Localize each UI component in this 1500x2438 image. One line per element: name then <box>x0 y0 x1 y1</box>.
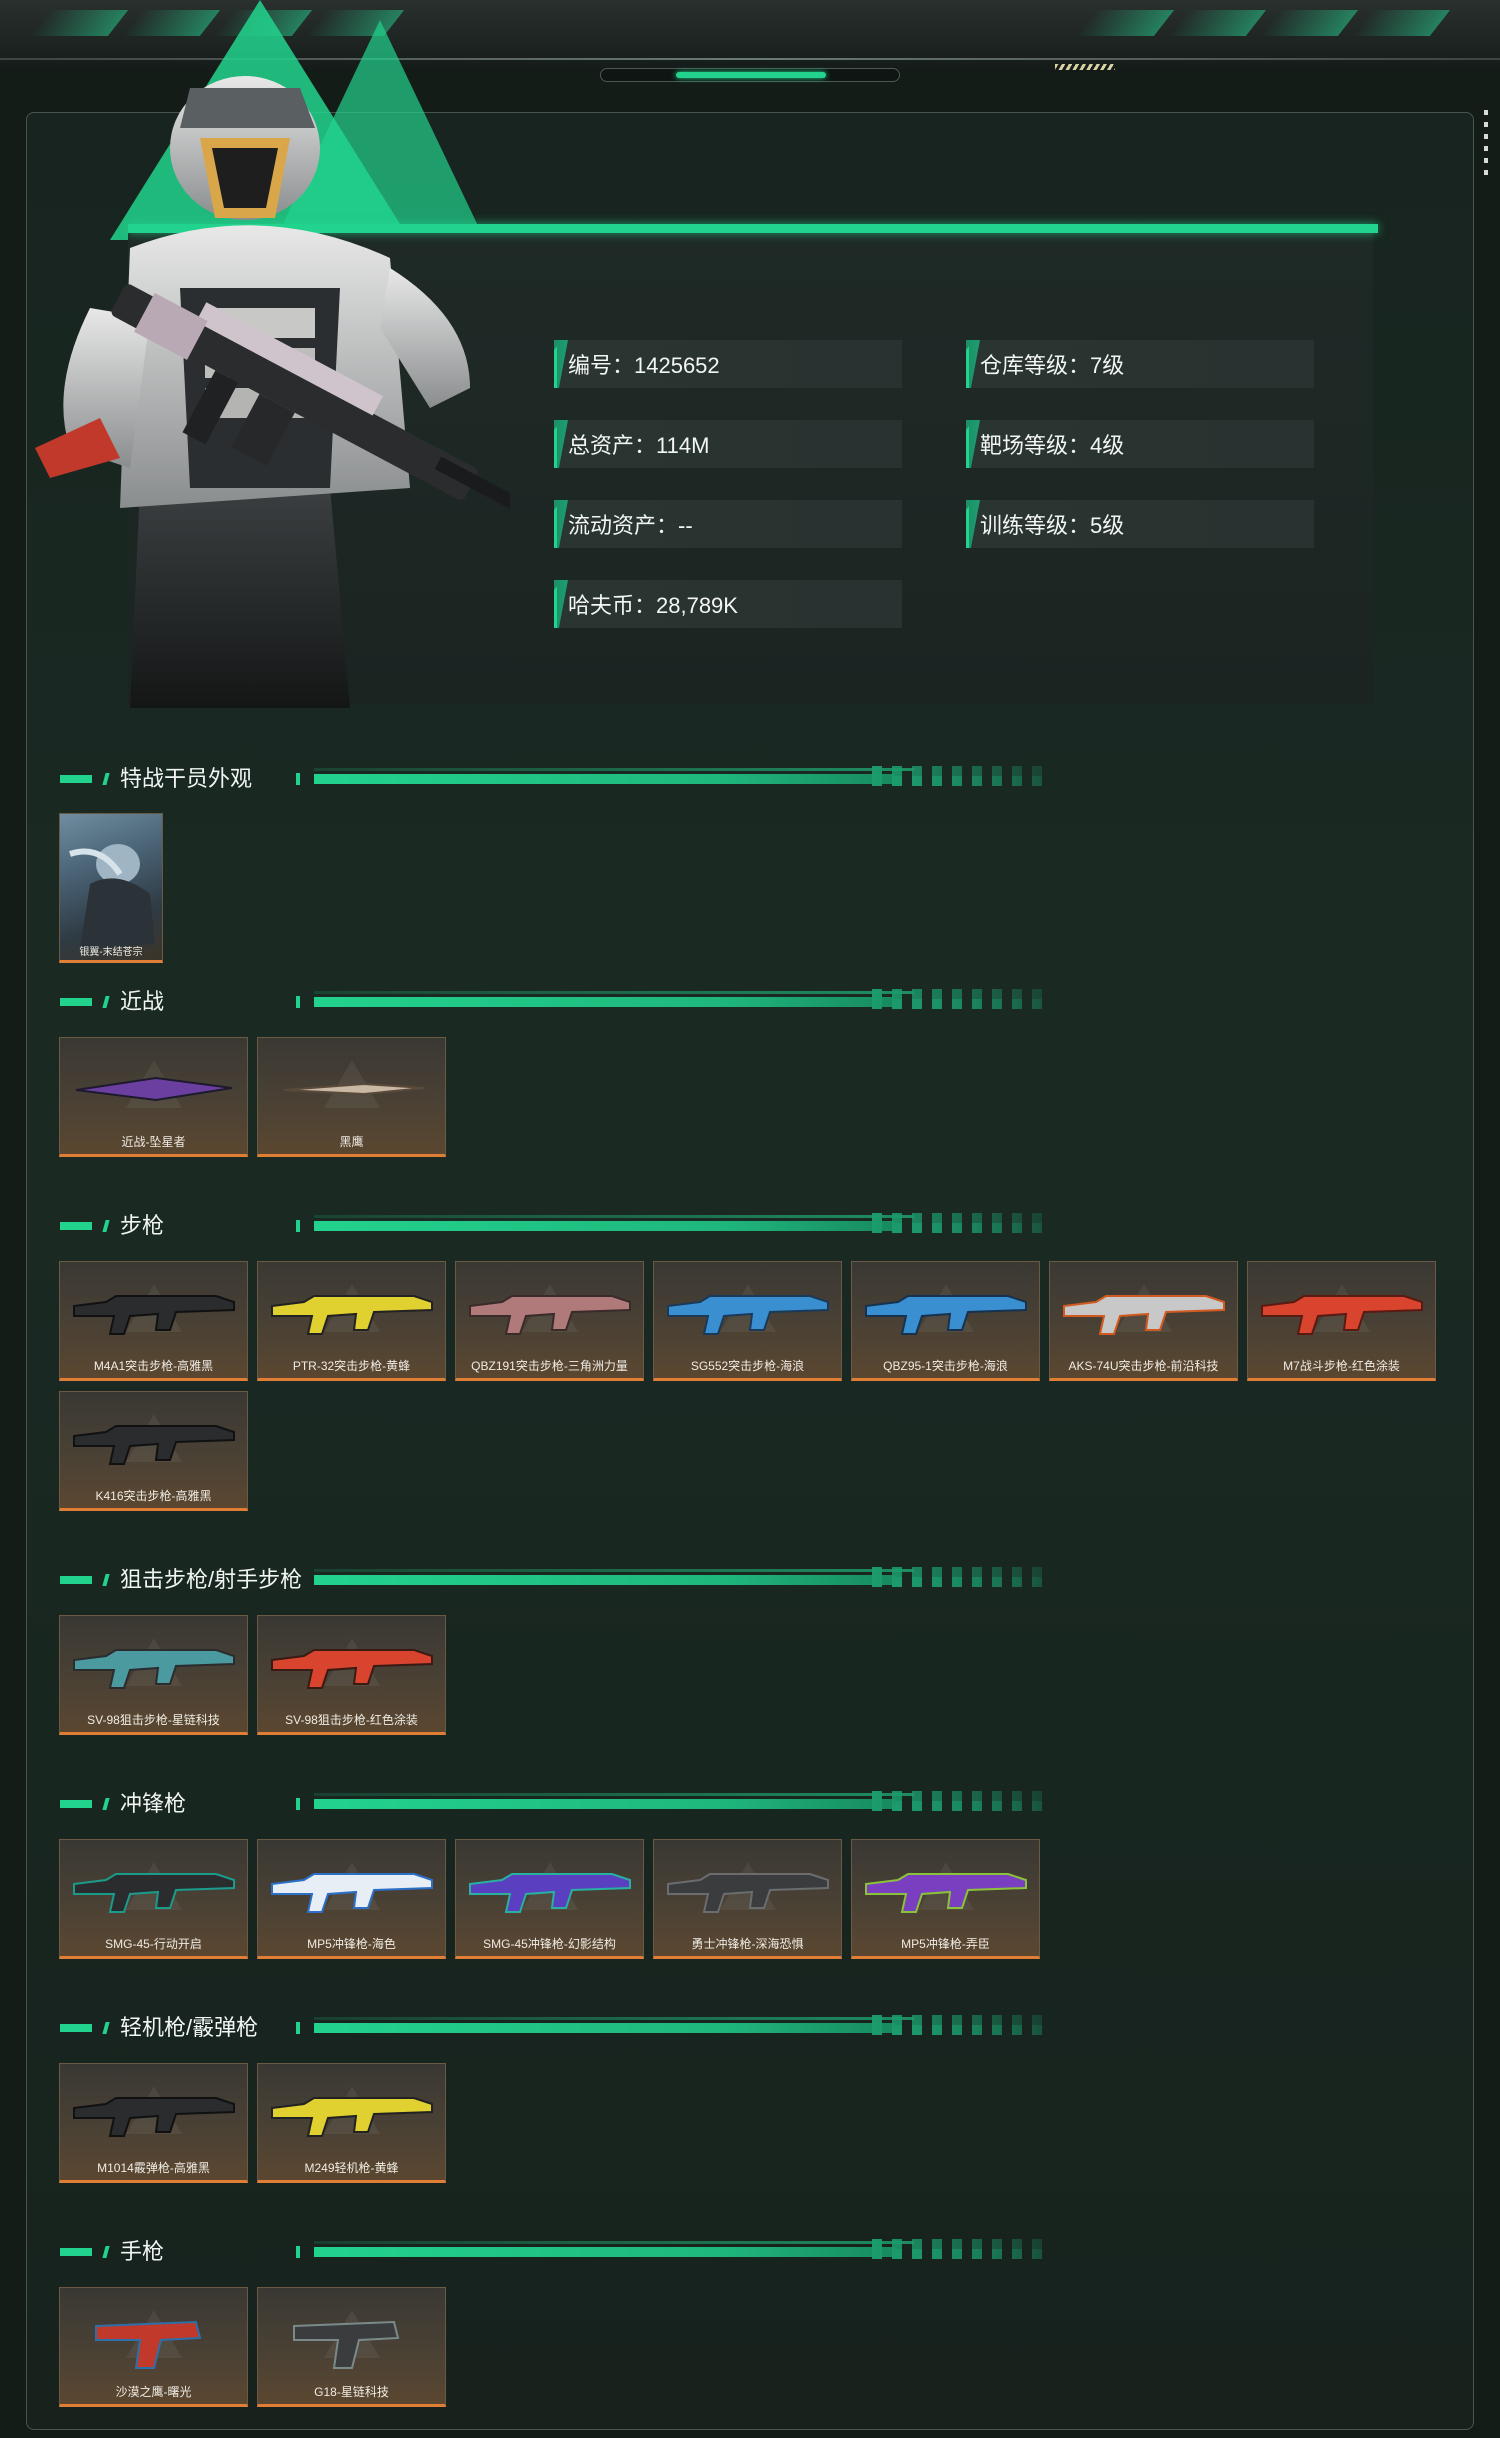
stat-warehouse-level-text: 仓库等级：7级 <box>980 353 1125 378</box>
operator-skin-card[interactable]: 银翼-末结苍宗 <box>59 813 163 963</box>
item-card-rifles[interactable]: SG552突击步枪-海浪 <box>653 1261 842 1381</box>
gun-thumbnail-icon <box>95 2320 202 2369</box>
item-label: MP5冲锋枪-海色 <box>307 1937 396 1951</box>
item-card-melee[interactable]: 近战-坠星者 <box>59 1037 248 1157</box>
section-header-pistols: 手枪 <box>58 2237 1058 2267</box>
section-header-melee: 近战 <box>58 987 1058 1017</box>
item-label: SMG-45-行动开启 <box>105 1937 202 1951</box>
gun-thumbnail-icon <box>271 1295 433 1335</box>
gun-thumbnail-icon <box>271 1873 433 1913</box>
item-label: SG552突击步枪-海浪 <box>690 1359 805 1373</box>
gun-thumbnail-icon <box>1063 1295 1225 1335</box>
gun-thumbnail-icon <box>865 1873 1027 1913</box>
item-card-rifles[interactable]: QBZ95-1突击步枪-海浪 <box>851 1261 1040 1381</box>
section-header-lmg-shotgun: 轻机枪/霰弹枪 <box>58 2013 1058 2043</box>
gun-thumbnail-icon <box>667 1295 829 1335</box>
operator-skin-portrait-icon <box>69 844 155 949</box>
item-card-rifles[interactable]: QBZ191突击步枪-三角洲力量 <box>455 1261 644 1381</box>
gun-thumbnail-icon <box>271 1649 433 1689</box>
section-title: 轻机枪/霰弹枪 <box>120 2015 259 2040</box>
stat-training-level-text: 训练等级：5级 <box>980 513 1125 538</box>
item-label: PTR-32突击步枪-黄蜂 <box>292 1359 411 1373</box>
item-card-pistols[interactable]: 沙漠之鹰-曙光 <box>59 2287 248 2407</box>
section-title: 近战 <box>120 989 165 1014</box>
item-label: M249轻机枪-黄蜂 <box>304 2161 399 2175</box>
section-title: 手枪 <box>120 2239 165 2264</box>
item-card-smgs[interactable]: MP5冲锋枪-弄臣 <box>851 1839 1040 1959</box>
stat-range-level-text: 靶场等级：4级 <box>980 433 1125 458</box>
section-header-snipers: 狙击步枪/射手步枪 <box>58 1565 1058 1595</box>
item-label: MP5冲锋枪-弄臣 <box>901 1937 990 1951</box>
gun-thumbnail-icon <box>667 1873 829 1913</box>
section-header-rifles: 步枪 <box>58 1211 1058 1241</box>
operator-skin-label: 银翼-末结苍宗 <box>79 947 143 958</box>
item-label: 勇士冲锋枪-深海恐惧 <box>691 1937 804 1951</box>
gun-thumbnail-icon <box>73 1873 235 1913</box>
stat-player-id: 编号：1425652 <box>554 340 902 388</box>
item-card-melee[interactable]: 黑鹰 <box>257 1037 446 1157</box>
gun-thumbnail-icon <box>73 1425 235 1465</box>
gun-thumbnail-icon <box>469 1295 631 1335</box>
item-label: SMG-45冲锋枪-幻影结构 <box>483 1937 616 1951</box>
item-card-smgs[interactable]: SMG-45冲锋枪-幻影结构 <box>455 1839 644 1959</box>
item-label: G18-星链科技 <box>314 2385 389 2399</box>
stat-haf-coin-text: 哈夫币：28,789K <box>568 593 738 618</box>
section-header-operator-skins: 特战干员外观 <box>58 764 1058 794</box>
item-card-smgs[interactable]: SMG-45-行动开启 <box>59 1839 248 1959</box>
item-card-rifles[interactable]: M4A1突击步枪-高雅黑 <box>59 1261 248 1381</box>
section-title: 步枪 <box>120 1213 165 1238</box>
item-label: AKS-74U突击步枪-前沿科技 <box>1068 1359 1219 1373</box>
item-label: M7战斗步枪-红色涂装 <box>1283 1359 1400 1373</box>
section-header-smgs: 冲锋枪 <box>58 1789 1058 1819</box>
header-center-indicator <box>600 68 900 82</box>
scrollbar-dots[interactable] <box>1484 110 1488 180</box>
item-card-smgs[interactable]: 勇士冲锋枪-深海恐惧 <box>653 1839 842 1959</box>
stat-liquid-assets-text: 流动资产：-- <box>568 513 693 538</box>
gun-thumbnail-icon <box>469 1873 631 1913</box>
item-card-rifles[interactable]: PTR-32突击步枪-黄蜂 <box>257 1261 446 1381</box>
header-hatch-decoration <box>1055 64 1115 70</box>
gun-thumbnail-icon <box>293 2320 400 2369</box>
item-label: M1014霰弹枪-高雅黑 <box>97 2161 210 2175</box>
gun-thumbnail-icon <box>73 1649 235 1689</box>
stat-haf-coin: 哈夫币：28,789K <box>554 580 902 628</box>
item-label: M4A1突击步枪-高雅黑 <box>93 1359 214 1373</box>
item-label: QBZ191突击步枪-三角洲力量 <box>471 1359 628 1373</box>
item-card-snipers[interactable]: SV-98狙击步枪-红色涂装 <box>257 1615 446 1735</box>
operator-portrait-icon <box>35 76 510 708</box>
item-card-rifles[interactable]: M7战斗步枪-红色涂装 <box>1247 1261 1436 1381</box>
stat-warehouse-level: 仓库等级：7级 <box>966 340 1314 388</box>
stat-liquid-assets: 流动资产：-- <box>554 500 902 548</box>
item-card-lmg-shotgun[interactable]: M249轻机枪-黄蜂 <box>257 2063 446 2183</box>
section-title: 冲锋枪 <box>120 1791 187 1816</box>
gun-thumbnail-icon <box>283 1082 425 1096</box>
gun-thumbnail-icon <box>75 1076 233 1102</box>
item-card-lmg-shotgun[interactable]: M1014霰弹枪-高雅黑 <box>59 2063 248 2183</box>
item-card-rifles[interactable]: K416突击步枪-高雅黑 <box>59 1391 248 1511</box>
gun-thumbnail-icon <box>73 1295 235 1335</box>
header-stripes-right <box>1075 10 1451 40</box>
gun-thumbnail-icon <box>73 2097 235 2137</box>
section-title: 狙击步枪/射手步枪 <box>120 1567 303 1592</box>
item-label: 近战-坠星者 <box>121 1135 186 1149</box>
stat-player-id-text: 编号：1425652 <box>568 353 720 378</box>
item-label: SV-98狙击步枪-星链科技 <box>87 1713 220 1727</box>
section-title: 特战干员外观 <box>120 766 253 791</box>
item-label: 沙漠之鹰-曙光 <box>115 2385 192 2399</box>
item-card-rifles[interactable]: AKS-74U突击步枪-前沿科技 <box>1049 1261 1238 1381</box>
stat-total-assets: 总资产：114M <box>554 420 902 468</box>
gun-thumbnail-icon <box>865 1295 1027 1335</box>
item-card-snipers[interactable]: SV-98狙击步枪-星链科技 <box>59 1615 248 1735</box>
item-label: SV-98狙击步枪-红色涂装 <box>285 1713 418 1727</box>
item-label: QBZ95-1突击步枪-海浪 <box>883 1359 1008 1373</box>
item-card-smgs[interactable]: MP5冲锋枪-海色 <box>257 1839 446 1959</box>
stat-range-level: 靶场等级：4级 <box>966 420 1314 468</box>
item-label: K416突击步枪-高雅黑 <box>95 1489 212 1503</box>
stat-total-assets-text: 总资产：114M <box>568 433 710 458</box>
item-label: 黑鹰 <box>339 1135 364 1149</box>
gun-thumbnail-icon <box>271 2097 433 2137</box>
item-card-pistols[interactable]: G18-星链科技 <box>257 2287 446 2407</box>
gun-thumbnail-icon <box>1261 1295 1423 1335</box>
stat-training-level: 训练等级：5级 <box>966 500 1314 548</box>
